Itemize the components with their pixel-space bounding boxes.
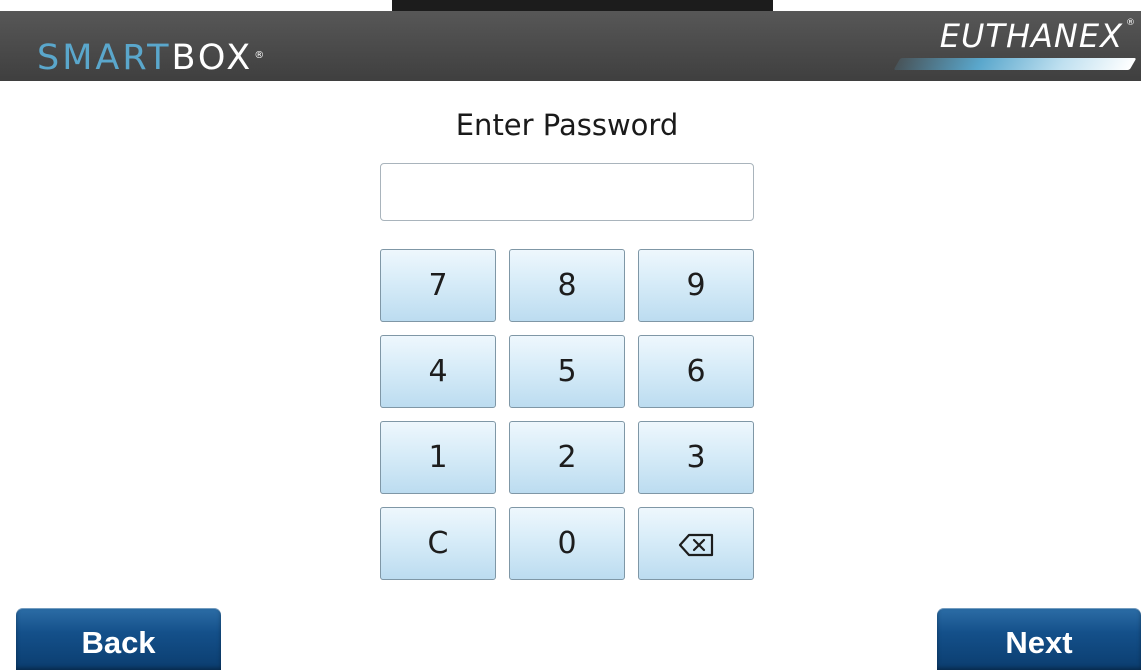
key-8-label: 8 xyxy=(557,268,577,303)
euthanex-swoosh-graphic xyxy=(893,58,1137,70)
key-3-label: 3 xyxy=(686,440,706,475)
key-6[interactable]: 6 xyxy=(638,335,754,408)
key-9[interactable]: 9 xyxy=(638,249,754,322)
euthanex-logo: EUTHANEX ® xyxy=(879,14,1141,74)
password-screen: SMARTBOX® EUTHANEX ® Enter Password 7 8 … xyxy=(0,0,1141,670)
key-4-label: 4 xyxy=(428,354,448,389)
key-2[interactable]: 2 xyxy=(509,421,625,494)
key-0-label: 0 xyxy=(557,526,577,561)
key-5[interactable]: 5 xyxy=(509,335,625,408)
key-6-label: 6 xyxy=(686,354,706,389)
key-0[interactable]: 0 xyxy=(509,507,625,580)
top-strip-bar xyxy=(392,0,773,11)
back-button[interactable]: Back xyxy=(16,608,221,670)
euthanex-registered-mark: ® xyxy=(1126,18,1135,28)
key-5-label: 5 xyxy=(557,354,577,389)
logo-box-text: BOX xyxy=(171,38,254,78)
key-1[interactable]: 1 xyxy=(380,421,496,494)
logo-smart-text: SMART xyxy=(37,38,172,78)
next-button[interactable]: Next xyxy=(937,608,1141,670)
key-8[interactable]: 8 xyxy=(509,249,625,322)
logo-registered-mark: ® xyxy=(254,50,268,61)
key-2-label: 2 xyxy=(557,440,577,475)
backspace-key[interactable] xyxy=(638,507,754,580)
euthanex-logo-text: EUTHANEX xyxy=(939,17,1123,55)
key-1-label: 1 xyxy=(428,440,448,475)
key-4[interactable]: 4 xyxy=(380,335,496,408)
key-3[interactable]: 3 xyxy=(638,421,754,494)
clear-key-label: C xyxy=(427,526,449,561)
key-9-label: 9 xyxy=(686,268,706,303)
clear-key[interactable]: C xyxy=(380,507,496,580)
key-7[interactable]: 7 xyxy=(380,249,496,322)
key-7-label: 7 xyxy=(428,268,448,303)
page-title: Enter Password xyxy=(455,108,679,142)
password-input[interactable] xyxy=(380,163,754,221)
backspace-icon xyxy=(678,533,714,556)
smartbox-logo: SMARTBOX® xyxy=(37,38,267,78)
